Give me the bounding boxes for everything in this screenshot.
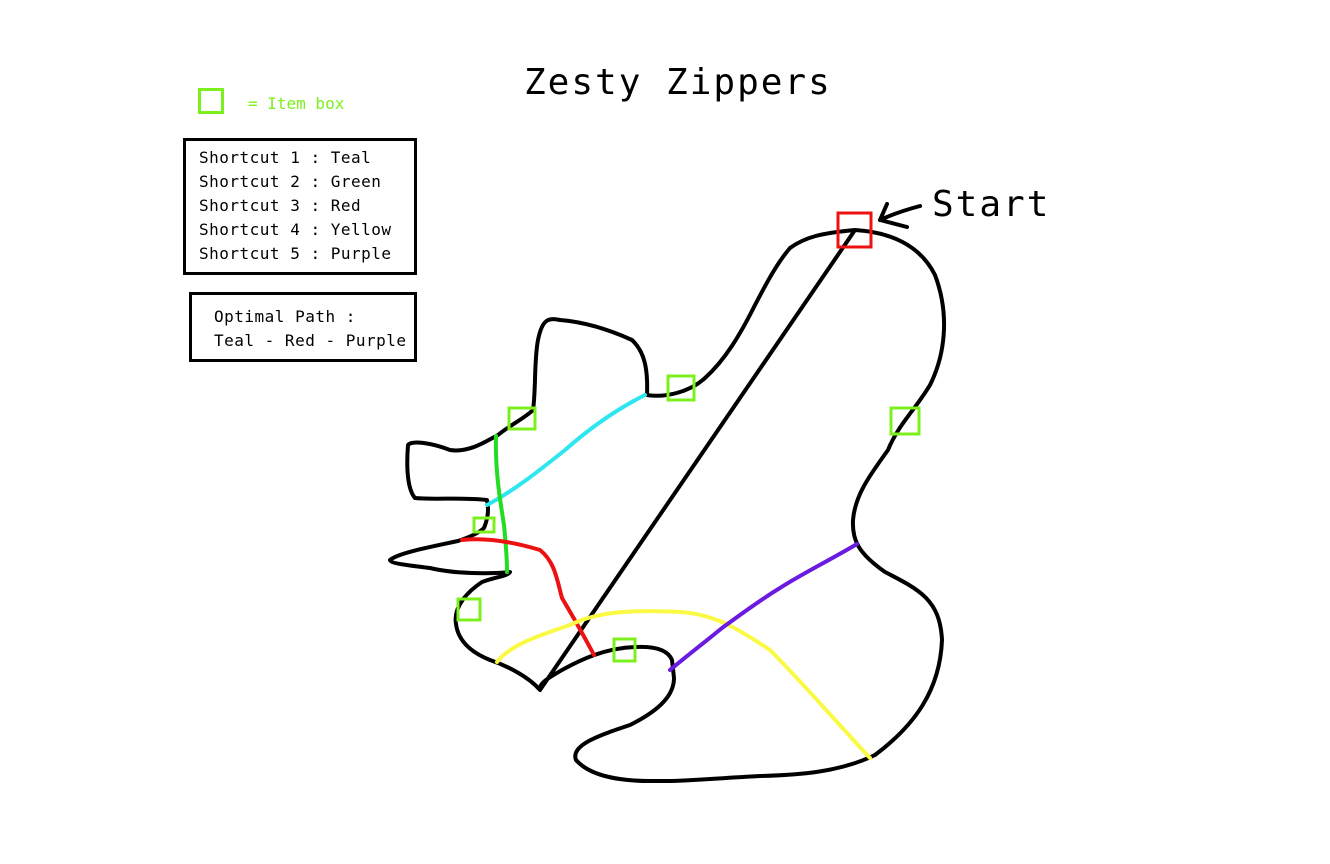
shortcut-legend-item: Shortcut 5 : Purple	[199, 244, 392, 263]
shortcut-legend-item: Shortcut 4 : Yellow	[199, 220, 392, 239]
item-boxes	[456, 374, 921, 663]
map-title: Zesty Zippers	[524, 62, 832, 103]
track-outline	[388, 228, 946, 783]
shortcut-legend-item: Shortcut 2 : Green	[199, 172, 382, 191]
item-box-legend-label: = Item box	[248, 94, 345, 113]
shortcuts-legend: Shortcut 1 : Teal Shortcut 2 : Green Sho…	[183, 138, 417, 275]
shortcut-legend-item: Shortcut 3 : Red	[199, 196, 362, 215]
shortcut-teal	[485, 393, 647, 507]
start-arrow-icon	[878, 202, 922, 229]
shortcut-legend-item: Shortcut 1 : Teal	[199, 148, 372, 167]
optimal-path-value: Teal - Red - Purple	[214, 331, 407, 350]
optimal-path-heading: Optimal Path :	[214, 307, 356, 326]
shortcut-green	[493, 434, 509, 574]
item-box-legend-icon	[198, 88, 224, 114]
track-map	[388, 202, 946, 783]
shortcut-yellow	[495, 609, 872, 760]
shortcut-purple	[668, 542, 859, 672]
start-label: Start	[932, 184, 1051, 225]
optimal-path-box: Optimal Path : Teal - Red - Purple	[189, 292, 417, 362]
